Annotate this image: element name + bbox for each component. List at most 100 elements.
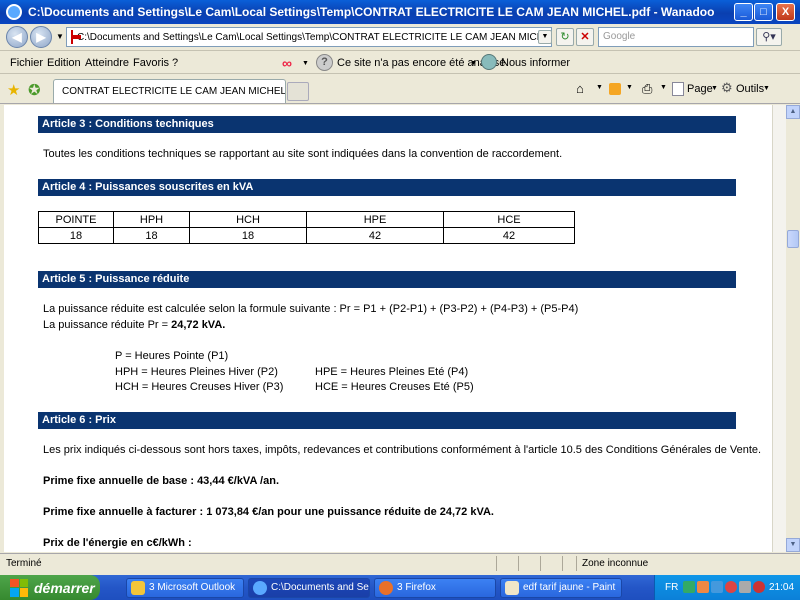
tray-icon[interactable] — [725, 581, 737, 593]
task-label: C:\Documents and Se... — [271, 582, 370, 593]
home-icon[interactable]: ⌂ — [576, 81, 584, 96]
gear-icon: ⚙ — [721, 80, 733, 95]
status-divider — [496, 556, 497, 571]
inform-button[interactable]: Nous informer — [501, 57, 570, 69]
tray-icon[interactable] — [753, 581, 765, 593]
table-row: 18 18 18 42 42 — [38, 227, 575, 244]
article4-heading: Article 4 : Puissances souscrites en kVA — [38, 179, 736, 196]
tray-icon[interactable] — [697, 581, 709, 593]
home-dropdown-icon[interactable]: ▼ — [596, 84, 603, 91]
task-label: 3 Firefox — [397, 582, 436, 593]
stop-button[interactable]: ✕ — [576, 28, 594, 46]
article6-heading: Article 6 : Prix — [38, 412, 736, 429]
address-field[interactable]: C:\Documents and Settings\Le Cam\Local S… — [66, 27, 552, 47]
pdf-icon — [71, 30, 81, 44]
task-browser[interactable]: C:\Documents and Se... — [248, 578, 370, 598]
new-tab-button[interactable] — [287, 82, 309, 101]
title-bar: C:\Documents and Settings\Le Cam\Local S… — [0, 0, 800, 24]
vertical-scrollbar[interactable]: ▲ ▼ — [786, 105, 800, 552]
favorites-star-icon[interactable]: ★ — [7, 81, 20, 99]
pdf-document[interactable]: Article 3 : Conditions techniques Toutes… — [4, 105, 772, 552]
tools-menu-button[interactable]: Outils — [736, 83, 764, 95]
tab-active[interactable]: CONTRAT ELECTRICITE LE CAM JEAN MICHEL — [53, 79, 286, 103]
history-dropdown-icon[interactable]: ▼ — [56, 32, 64, 41]
energy-price-text: Prix de l'énergie en c€/kWh : — [43, 537, 192, 549]
close-button[interactable]: X — [776, 3, 795, 21]
menu-fichier[interactable]: Fichier — [10, 57, 43, 69]
table-header-row: POINTE HPH HCH HPE HCE — [38, 211, 575, 228]
start-label: démarrer — [34, 579, 95, 596]
tools-dropdown-icon[interactable]: ▼ — [763, 85, 770, 92]
pdf-scrollbar[interactable] — [772, 105, 786, 552]
formula-text: La puissance réduite est calculée selon … — [43, 303, 579, 315]
prime-fact-value: 1 073,84 €/an pour une puissance réduite… — [206, 506, 494, 518]
window-title: C:\Documents and Settings\Le Cam\Local S… — [28, 5, 715, 19]
print-dropdown-icon[interactable]: ▼ — [660, 84, 667, 91]
scroll-up-icon[interactable]: ▲ — [786, 105, 800, 119]
zone-text: Zone inconnue — [582, 558, 649, 569]
question-icon: ? — [316, 54, 333, 71]
scroll-down-icon[interactable]: ▼ — [786, 538, 800, 552]
page-dropdown-icon[interactable]: ▼ — [711, 85, 718, 92]
address-dropdown-icon[interactable]: ▼ — [538, 30, 552, 44]
start-button[interactable]: démarrer — [0, 575, 100, 600]
windows-logo-icon — [10, 578, 28, 597]
language-indicator[interactable]: FR — [665, 582, 678, 593]
outlook-icon — [131, 581, 145, 595]
task-firefox[interactable]: 3 Firefox — [374, 578, 496, 598]
table-header-cell: POINTE — [38, 211, 114, 228]
prime-fact-line: Prime fixe annuelle à facturer : 1 073,8… — [43, 506, 494, 518]
security-toolbar-icon[interactable]: ∞ — [282, 55, 292, 71]
task-outlook[interactable]: 3 Microsoft Outlook — [126, 578, 244, 598]
taskbar: démarrer 3 Microsoft Outlook C:\Document… — [0, 575, 800, 600]
task-paint[interactable]: edf tarif jaune - Paint — [500, 578, 622, 598]
tray-icon[interactable] — [683, 581, 695, 593]
prime-base-label: Prime fixe annuelle de base : — [43, 475, 198, 487]
legend-p5: HCE = Heures Creuses Eté (P5) — [315, 381, 474, 393]
table-cell: 42 — [306, 227, 444, 244]
status-bar: Terminé Zone inconnue — [0, 553, 800, 573]
menu-favoris[interactable]: Favoris — [133, 57, 169, 69]
menu-atteindre[interactable]: Atteindre — [85, 57, 129, 69]
status-divider — [518, 556, 519, 571]
tab-label: CONTRAT ELECTRICITE LE CAM JEAN MICHEL — [62, 86, 286, 97]
legend-p1: P = Heures Pointe (P1) — [115, 350, 229, 362]
clock: 21:04 — [769, 582, 795, 593]
feeds-icon[interactable] — [609, 83, 621, 95]
back-button[interactable]: ◀ — [6, 26, 28, 48]
add-favorite-icon[interactable]: ✪ — [28, 81, 41, 99]
search-button[interactable]: ⚲▾ — [756, 28, 782, 46]
power-table: POINTE HPH HCH HPE HCE 18 18 18 42 42 — [38, 211, 575, 244]
minimize-button[interactable]: _ — [734, 3, 753, 21]
table-cell: 18 — [113, 227, 190, 244]
reduced-power-value: 24,72 kVA. — [171, 319, 226, 331]
search-input[interactable]: Google — [598, 27, 754, 47]
address-toolbar: ◀ ▶ ▼ C:\Documents and Settings\Le Cam\L… — [0, 24, 800, 51]
legend-p4: HPE = Heures Pleines Eté (P4) — [315, 366, 469, 378]
refresh-button[interactable]: ↻ — [556, 28, 574, 46]
tray-icon[interactable] — [711, 581, 723, 593]
maximize-button[interactable]: □ — [754, 3, 773, 21]
feeds-dropdown-icon[interactable]: ▼ — [626, 84, 633, 91]
volume-icon[interactable] — [739, 581, 751, 593]
status-divider — [540, 556, 541, 571]
page-menu-button[interactable]: Page — [687, 83, 713, 95]
status-dropdown-icon[interactable]: ▼ — [470, 60, 477, 67]
table-header-cell: HPH — [113, 211, 190, 228]
legend-p3: HCH = Heures Creuses Hiver (P3) — [115, 381, 284, 393]
status-text: Terminé — [6, 558, 42, 569]
task-label: 3 Microsoft Outlook — [149, 582, 236, 593]
menu-help[interactable]: ? — [172, 57, 178, 69]
article3-text: Toutes les conditions techniques se rapp… — [43, 148, 563, 160]
menu-edition[interactable]: Edition — [47, 57, 81, 69]
security-dropdown-icon[interactable]: ▼ — [302, 60, 309, 67]
scroll-thumb[interactable] — [787, 230, 799, 248]
system-tray: FR 21:04 — [654, 575, 800, 600]
energy-price-label: Prix de l'énergie en c€/kWh : — [43, 537, 192, 549]
paint-icon — [505, 581, 519, 595]
page-icon — [672, 82, 684, 96]
forward-button[interactable]: ▶ — [30, 26, 52, 48]
firefox-icon — [379, 581, 393, 595]
article3-heading: Article 3 : Conditions techniques — [38, 116, 736, 133]
print-icon[interactable]: ⎙ — [642, 81, 652, 97]
